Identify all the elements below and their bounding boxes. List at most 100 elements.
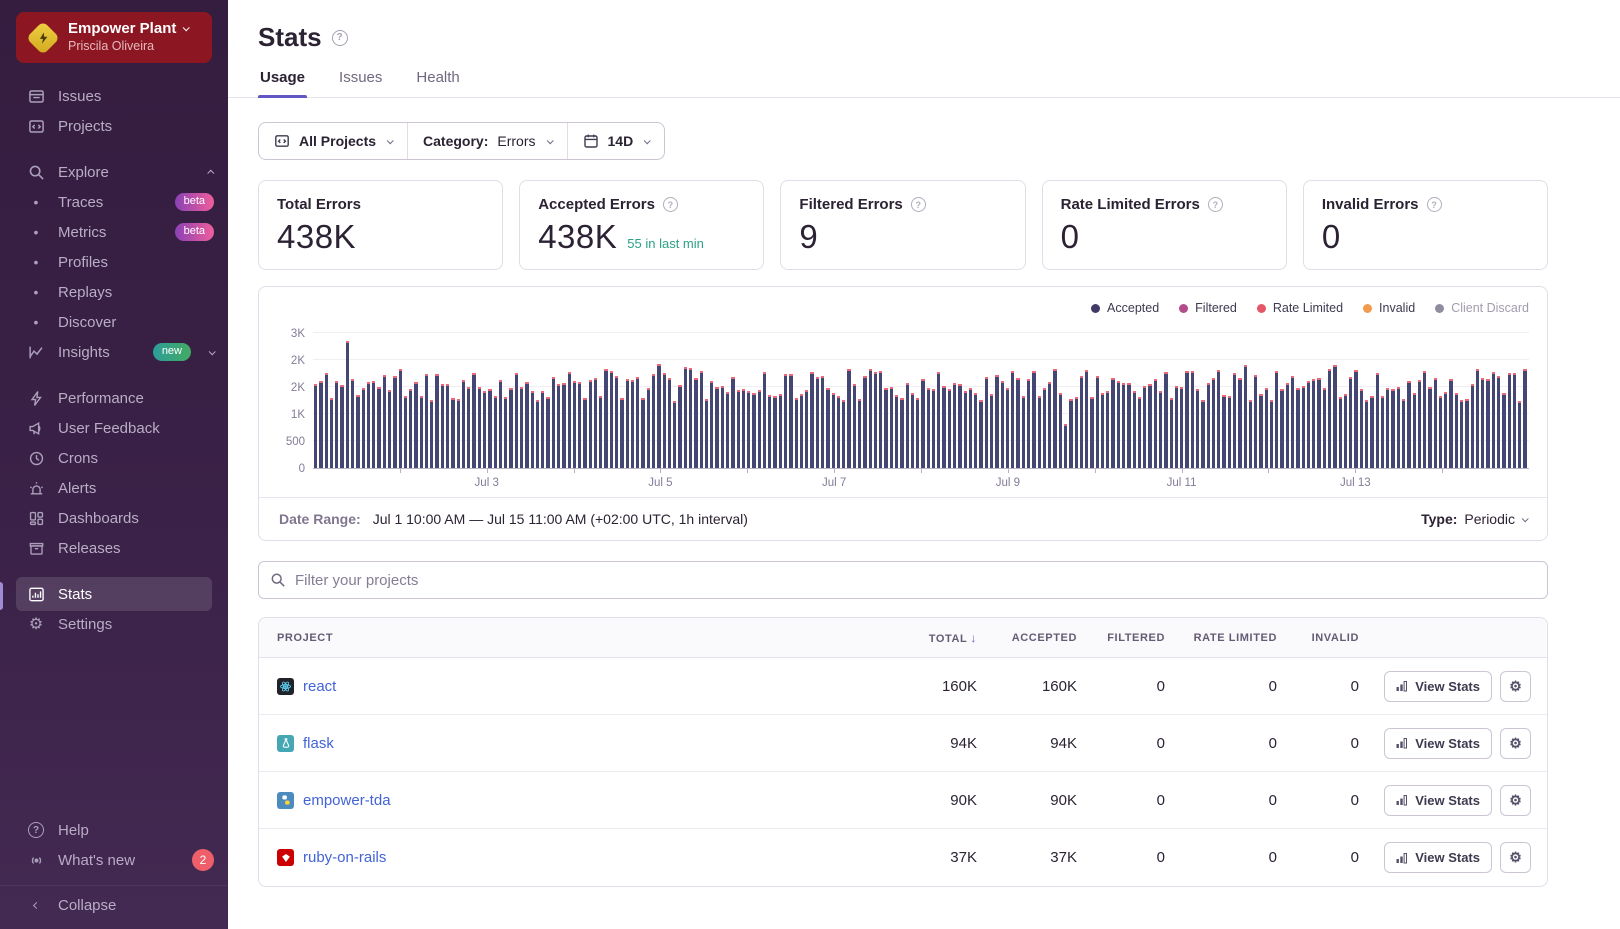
sidebar-item-user-feedback[interactable]: User Feedback <box>0 413 228 443</box>
project-link[interactable]: flask <box>303 735 334 752</box>
project-link[interactable]: react <box>303 678 336 695</box>
sidebar-item-discover[interactable]: • Discover <box>0 307 228 337</box>
view-stats-button[interactable]: View Stats <box>1384 785 1492 816</box>
sidebar-item-settings[interactable]: ⚙ Settings <box>0 609 228 639</box>
project-settings-button[interactable]: ⚙ <box>1500 842 1531 873</box>
broadcast-icon <box>26 852 46 869</box>
legend-rate-limited[interactable]: Rate Limited <box>1257 301 1343 315</box>
help-icon[interactable]: ? <box>911 197 926 212</box>
view-stats-button[interactable]: View Stats <box>1384 671 1492 702</box>
date-range-value: Jul 1 10:00 AM — Jul 15 11:00 AM (+02:00… <box>373 511 748 527</box>
column-total-sort[interactable]: TOTAL↓ <box>869 631 977 645</box>
sidebar-item-dashboards[interactable]: Dashboards <box>0 503 228 533</box>
org-user: Priscila Oliveira <box>68 39 154 53</box>
project-link[interactable]: ruby-on-rails <box>303 849 386 866</box>
sidebar-item-profiles[interactable]: • Profiles <box>0 247 228 277</box>
flask-platform-icon <box>277 735 294 752</box>
python-platform-icon <box>277 792 294 809</box>
accepted-rate-text: 55 in last min <box>627 236 704 251</box>
tab-usage[interactable]: Usage <box>258 69 307 97</box>
tab-bar: Usage Issues Health <box>228 69 1620 98</box>
page-help-icon[interactable]: ? <box>332 30 348 46</box>
sidebar-item-whats-new[interactable]: What's new 2 <box>0 845 228 875</box>
archive-icon <box>26 540 46 557</box>
sidebar-item-help[interactable]: ? Help <box>0 815 228 845</box>
help-icon[interactable]: ? <box>663 197 678 212</box>
sidebar-item-releases[interactable]: Releases <box>0 533 228 563</box>
help-icon[interactable]: ? <box>1208 197 1223 212</box>
rate-limited-errors-value: 0 <box>1061 218 1080 256</box>
legend-dot <box>1257 304 1266 313</box>
org-switcher[interactable]: Empower Plant Priscila Oliveira <box>16 12 212 63</box>
megaphone-icon <box>26 420 46 437</box>
gear-icon: ⚙ <box>1509 849 1522 866</box>
project-filter-dropdown[interactable]: All Projects <box>259 123 407 159</box>
siren-icon <box>26 480 46 497</box>
sidebar-item-projects[interactable]: Projects <box>0 111 228 141</box>
legend-invalid[interactable]: Invalid <box>1363 301 1415 315</box>
chevron-down-icon <box>387 137 394 144</box>
chart-plot <box>313 329 1529 469</box>
page-title: Stats <box>258 22 322 53</box>
accepted-errors-value: 438K <box>538 218 617 256</box>
view-stats-button[interactable]: View Stats <box>1384 728 1492 759</box>
sidebar-item-issues[interactable]: Issues <box>0 81 228 111</box>
sidebar-item-insights[interactable]: Insights new <box>0 337 228 367</box>
chart-legend: Accepted Filtered Rate Limited Invalid C… <box>275 301 1529 315</box>
sidebar-item-explore[interactable]: Explore <box>0 157 228 187</box>
sidebar: Empower Plant Priscila Oliveira Issues P… <box>0 0 228 929</box>
ruby-platform-icon <box>277 849 294 866</box>
project-settings-button[interactable]: ⚙ <box>1500 671 1531 702</box>
tab-health[interactable]: Health <box>414 69 461 97</box>
card-invalid-errors: Invalid Errors? 0 <box>1303 180 1548 270</box>
project-link[interactable]: empower-tda <box>303 792 391 809</box>
legend-dot <box>1179 304 1188 313</box>
insights-icon <box>26 344 46 361</box>
legend-filtered[interactable]: Filtered <box>1179 301 1237 315</box>
chevron-down-icon <box>183 24 190 31</box>
chart-y-axis: 05001K2K2K3K <box>275 329 313 469</box>
sidebar-item-replays[interactable]: • Replays <box>0 277 228 307</box>
gear-icon: ⚙ <box>1509 678 1522 695</box>
active-indicator <box>0 582 3 610</box>
sidebar-item-performance[interactable]: Performance <box>0 383 228 413</box>
sidebar-item-crons[interactable]: Crons <box>0 443 228 473</box>
legend-dot <box>1091 304 1100 313</box>
filter-bar: All Projects Category: Errors 14D <box>258 122 665 160</box>
chart-type-dropdown[interactable]: Type: Periodic <box>1421 511 1527 527</box>
project-settings-button[interactable]: ⚙ <box>1500 785 1531 816</box>
table-row: react 160K 160K 0 0 0 View Stats ⚙ <box>259 658 1547 715</box>
bullet-icon: • <box>26 194 46 210</box>
help-icon[interactable]: ? <box>1427 197 1442 212</box>
org-name: Empower Plant <box>68 20 176 37</box>
legend-accepted[interactable]: Accepted <box>1091 301 1159 315</box>
gear-icon: ⚙ <box>1509 735 1522 752</box>
date-range-dropdown[interactable]: 14D <box>567 123 665 159</box>
legend-client-discard[interactable]: Client Discard <box>1435 301 1529 315</box>
view-stats-button[interactable]: View Stats <box>1384 842 1492 873</box>
category-filter-dropdown[interactable]: Category: Errors <box>407 123 566 159</box>
issues-icon <box>26 88 46 105</box>
sidebar-item-traces[interactable]: • Traces beta <box>0 187 228 217</box>
sidebar-collapse-button[interactable]: Collapse <box>0 885 228 915</box>
legend-dot <box>1435 304 1444 313</box>
chart-footer: Date Range: Jul 1 10:00 AM — Jul 15 11:0… <box>259 497 1547 540</box>
chevron-down-icon <box>644 137 651 144</box>
legend-dot <box>1363 304 1372 313</box>
sidebar-item-metrics[interactable]: • Metrics beta <box>0 217 228 247</box>
chevron-down-icon <box>209 348 216 355</box>
usage-chart-card: Accepted Filtered Rate Limited Invalid C… <box>258 286 1548 541</box>
clock-icon <box>26 450 46 467</box>
search-input[interactable] <box>258 561 1548 599</box>
filtered-errors-value: 9 <box>799 218 818 256</box>
sidebar-item-alerts[interactable]: Alerts <box>0 473 228 503</box>
chevron-down-icon <box>1522 515 1529 522</box>
table-row: flask 94K 94K 0 0 0 View Stats ⚙ <box>259 715 1547 772</box>
beta-badge: beta <box>175 193 214 210</box>
sort-desc-icon: ↓ <box>970 631 977 645</box>
tab-issues[interactable]: Issues <box>337 69 384 97</box>
project-settings-button[interactable]: ⚙ <box>1500 728 1531 759</box>
sidebar-item-stats[interactable]: Stats <box>0 579 228 609</box>
card-rate-limited-errors: Rate Limited Errors? 0 <box>1042 180 1287 270</box>
card-total-errors: Total Errors 438K <box>258 180 503 270</box>
